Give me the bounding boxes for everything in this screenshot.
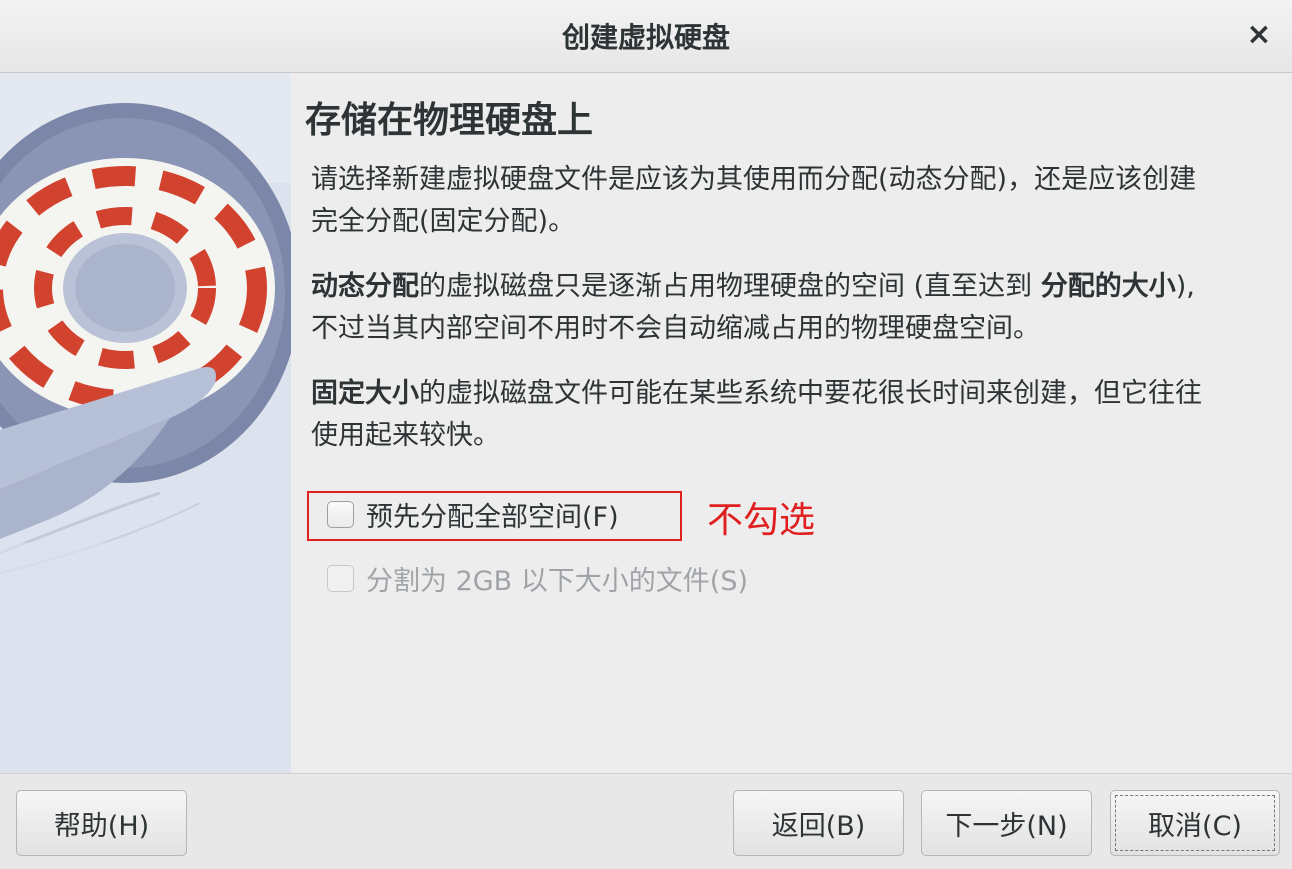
description-text: 请选择新建虚拟硬盘文件是应该为其使用而分配(动态分配)，还是应该创建完全分配(固… — [311, 164, 1197, 237]
dynamic-allocation-paragraph: 动态分配的虚拟磁盘只是逐渐占用物理硬盘的空间 (直至达到 分配的大小), 不过当… — [311, 266, 1211, 350]
fixed-size-term: 固定大小 — [311, 378, 419, 409]
title-bar: 创建虚拟硬盘 × — [0, 0, 1292, 73]
wizard-side-image — [0, 73, 291, 773]
next-button[interactable]: 下一步(N) — [921, 790, 1092, 856]
back-button[interactable]: 返回(B) — [733, 790, 904, 856]
split-files-checkbox — [327, 565, 354, 592]
description-paragraph: 请选择新建虚拟硬盘文件是应该为其使用而分配(动态分配)，还是应该创建完全分配(固… — [311, 159, 1211, 243]
annotation-text: 不勾选 — [707, 500, 816, 541]
page-heading: 存储在物理硬盘上 — [305, 100, 594, 141]
preallocate-checkbox[interactable] — [327, 501, 354, 528]
preallocate-option[interactable]: 预先分配全部空间(F) — [327, 495, 619, 534]
dynamic-allocation-text: 的虚拟磁盘只是逐渐占用物理硬盘的空间 (直至达到 — [419, 271, 1041, 302]
fixed-size-paragraph: 固定大小的虚拟磁盘文件可能在某些系统中要花很长时间来创建，但它往往使用起来较快。 — [311, 373, 1211, 457]
help-button[interactable]: 帮助(H) — [16, 790, 187, 856]
content-area: 存储在物理硬盘上 请选择新建虚拟硬盘文件是应该为其使用而分配(动态分配)，还是应… — [305, 73, 1275, 773]
dynamic-allocation-term: 动态分配 — [311, 271, 419, 302]
dialog-title: 创建虚拟硬盘 — [561, 21, 730, 54]
button-bar: 帮助(H) 返回(B) 下一步(N) 取消(C) — [0, 773, 1292, 869]
fixed-size-text: 的虚拟磁盘文件可能在某些系统中要花很长时间来创建，但它往往使用起来较快。 — [311, 378, 1202, 451]
close-icon[interactable]: × — [1246, 18, 1272, 52]
cancel-button[interactable]: 取消(C) — [1110, 790, 1280, 856]
split-files-option: 分割为 2GB 以下大小的文件(S) — [327, 559, 748, 598]
split-files-label: 分割为 2GB 以下大小的文件(S) — [366, 566, 748, 597]
preallocate-label[interactable]: 预先分配全部空间(F) — [366, 495, 619, 534]
allocated-size-term: 分配的大小 — [1040, 271, 1176, 302]
hard-disk-illustration — [0, 73, 291, 773]
